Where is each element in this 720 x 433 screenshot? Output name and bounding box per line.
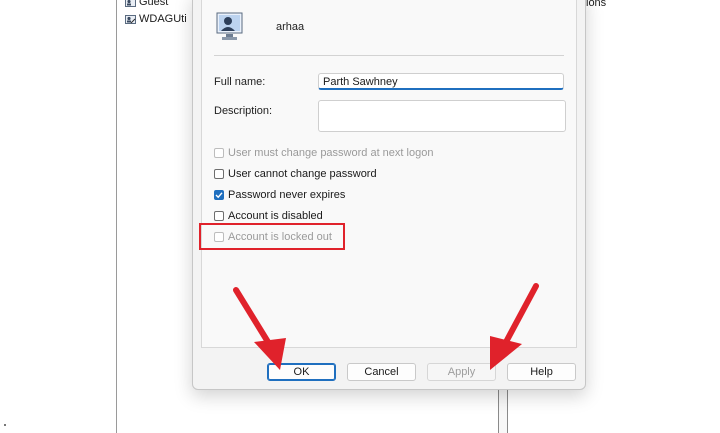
description-label: Description: <box>214 105 273 117</box>
description-input[interactable] <box>318 100 566 132</box>
background-tick-mark <box>4 424 6 426</box>
checkbox-account-disabled[interactable]: Account is disabled <box>214 210 323 222</box>
user-list-item-label: Guest <box>139 0 169 8</box>
checkbox-box[interactable] <box>214 190 224 200</box>
checkbox-password-never-expires[interactable]: Password never expires <box>214 189 345 201</box>
background-column-header-fragment: ions <box>586 0 607 9</box>
checkbox-label: Password never expires <box>228 189 346 201</box>
user-list-item-label: WDAGUti <box>139 13 187 25</box>
user-icon <box>125 0 136 8</box>
full-name-input[interactable]: Parth Sawhney <box>318 73 564 90</box>
checkmark-icon <box>215 192 223 199</box>
checkbox-label: Account is disabled <box>228 210 323 222</box>
cancel-button[interactable]: Cancel <box>347 363 416 381</box>
user-list-item-wdagutility[interactable]: WDAGUti <box>125 13 187 25</box>
checkbox-label: User must change password at next logon <box>228 147 434 159</box>
checkbox-must-change-password[interactable]: User must change password at next logon <box>214 147 433 159</box>
checkbox-box[interactable] <box>214 148 224 158</box>
annotation-arrow-apply-icon <box>490 283 539 370</box>
checkbox-cannot-change-password[interactable]: User cannot change password <box>214 168 377 180</box>
background-scrollbar[interactable] <box>498 386 508 433</box>
checkbox-box[interactable] <box>214 211 224 221</box>
full-name-label: Full name: <box>214 76 266 88</box>
username-label: arhaa <box>276 21 305 33</box>
user-icon <box>125 14 136 25</box>
user-account-icon <box>216 10 246 47</box>
checkbox-box[interactable] <box>214 169 224 179</box>
checkbox-label: User cannot change password <box>228 168 377 180</box>
user-list-item-guest[interactable]: Guest <box>125 0 168 8</box>
divider <box>214 55 564 56</box>
annotation-highlight-box <box>199 223 345 250</box>
annotation-arrow-ok-icon <box>233 287 286 370</box>
